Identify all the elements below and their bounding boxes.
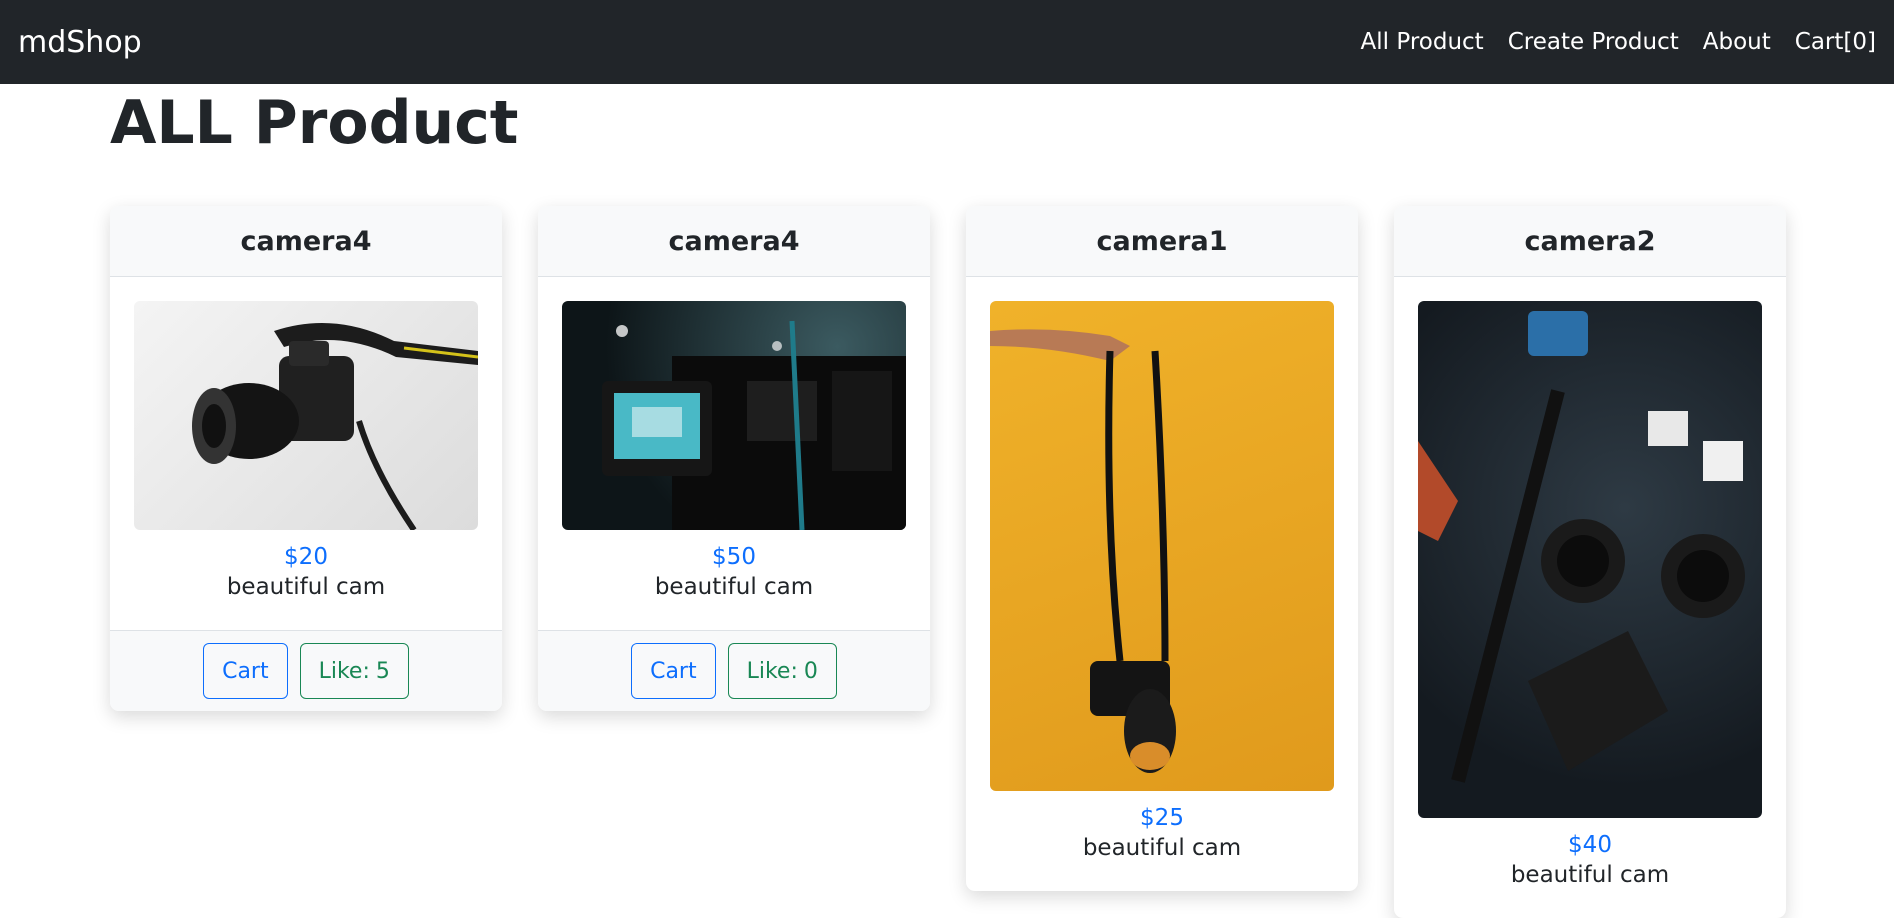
like-button[interactable]: Like: 5: [299, 643, 409, 699]
product-price: $20: [284, 544, 328, 570]
product-image: [562, 301, 906, 530]
nav-cart[interactable]: Cart[0]: [1795, 29, 1876, 55]
card-body: $50 beautiful cam: [538, 277, 930, 630]
nav-links: All Product Create Product About Cart[0]: [1361, 29, 1876, 55]
product-price: $40: [1568, 832, 1612, 858]
product-card: camera4 $50 beautiful cam Cart Like: 0: [538, 206, 930, 711]
nav-create-product[interactable]: Create Product: [1508, 29, 1679, 55]
product-price: $25: [1140, 805, 1184, 831]
page-title: ALL Product: [110, 88, 519, 158]
product-card: camera2 $40 beautiful cam: [1394, 206, 1786, 918]
card-footer: Cart Like: 0: [538, 630, 930, 711]
product-name: camera4: [538, 206, 930, 277]
product-name: camera4: [110, 206, 502, 277]
card-footer: Cart Like: 5: [110, 630, 502, 711]
card-body: $40 beautiful cam: [1394, 277, 1786, 918]
like-count: 5: [375, 658, 390, 684]
product-image: [1418, 301, 1762, 818]
add-to-cart-button[interactable]: Cart: [631, 643, 716, 699]
product-image: [990, 301, 1334, 791]
video-camera-icon: [602, 320, 906, 530]
like-button[interactable]: Like: 0: [727, 643, 837, 699]
product-card: camera4 $20 beautiful cam Cart Like: 5: [110, 206, 502, 711]
product-price: $50: [712, 544, 756, 570]
card-body: $25 beautiful cam: [966, 277, 1358, 891]
card-body: $20 beautiful cam: [110, 277, 502, 630]
like-label: Like:: [318, 658, 370, 684]
product-description: beautiful cam: [1510, 862, 1670, 888]
navbar: mdShop All Product Create Product About …: [0, 0, 1894, 84]
nav-about[interactable]: About: [1703, 29, 1771, 55]
camera-lens-icon: [1418, 311, 1745, 783]
like-label: Like:: [746, 658, 798, 684]
product-image: [134, 301, 478, 530]
camera-icon: [990, 329, 1176, 773]
camera-icon: [192, 323, 478, 530]
product-name: camera1: [966, 206, 1358, 277]
product-card: camera1 $25 beautiful cam: [966, 206, 1358, 891]
add-to-cart-button[interactable]: Cart: [203, 643, 288, 699]
product-grid: camera4 $20 beautiful cam Cart Like: 5 c…: [110, 206, 1786, 918]
product-description: beautiful cam: [654, 574, 814, 600]
nav-all-product[interactable]: All Product: [1361, 29, 1484, 55]
brand-logo[interactable]: mdShop: [18, 25, 142, 60]
product-description: beautiful cam: [226, 574, 386, 600]
like-count: 0: [803, 658, 818, 684]
product-name: camera2: [1394, 206, 1786, 277]
